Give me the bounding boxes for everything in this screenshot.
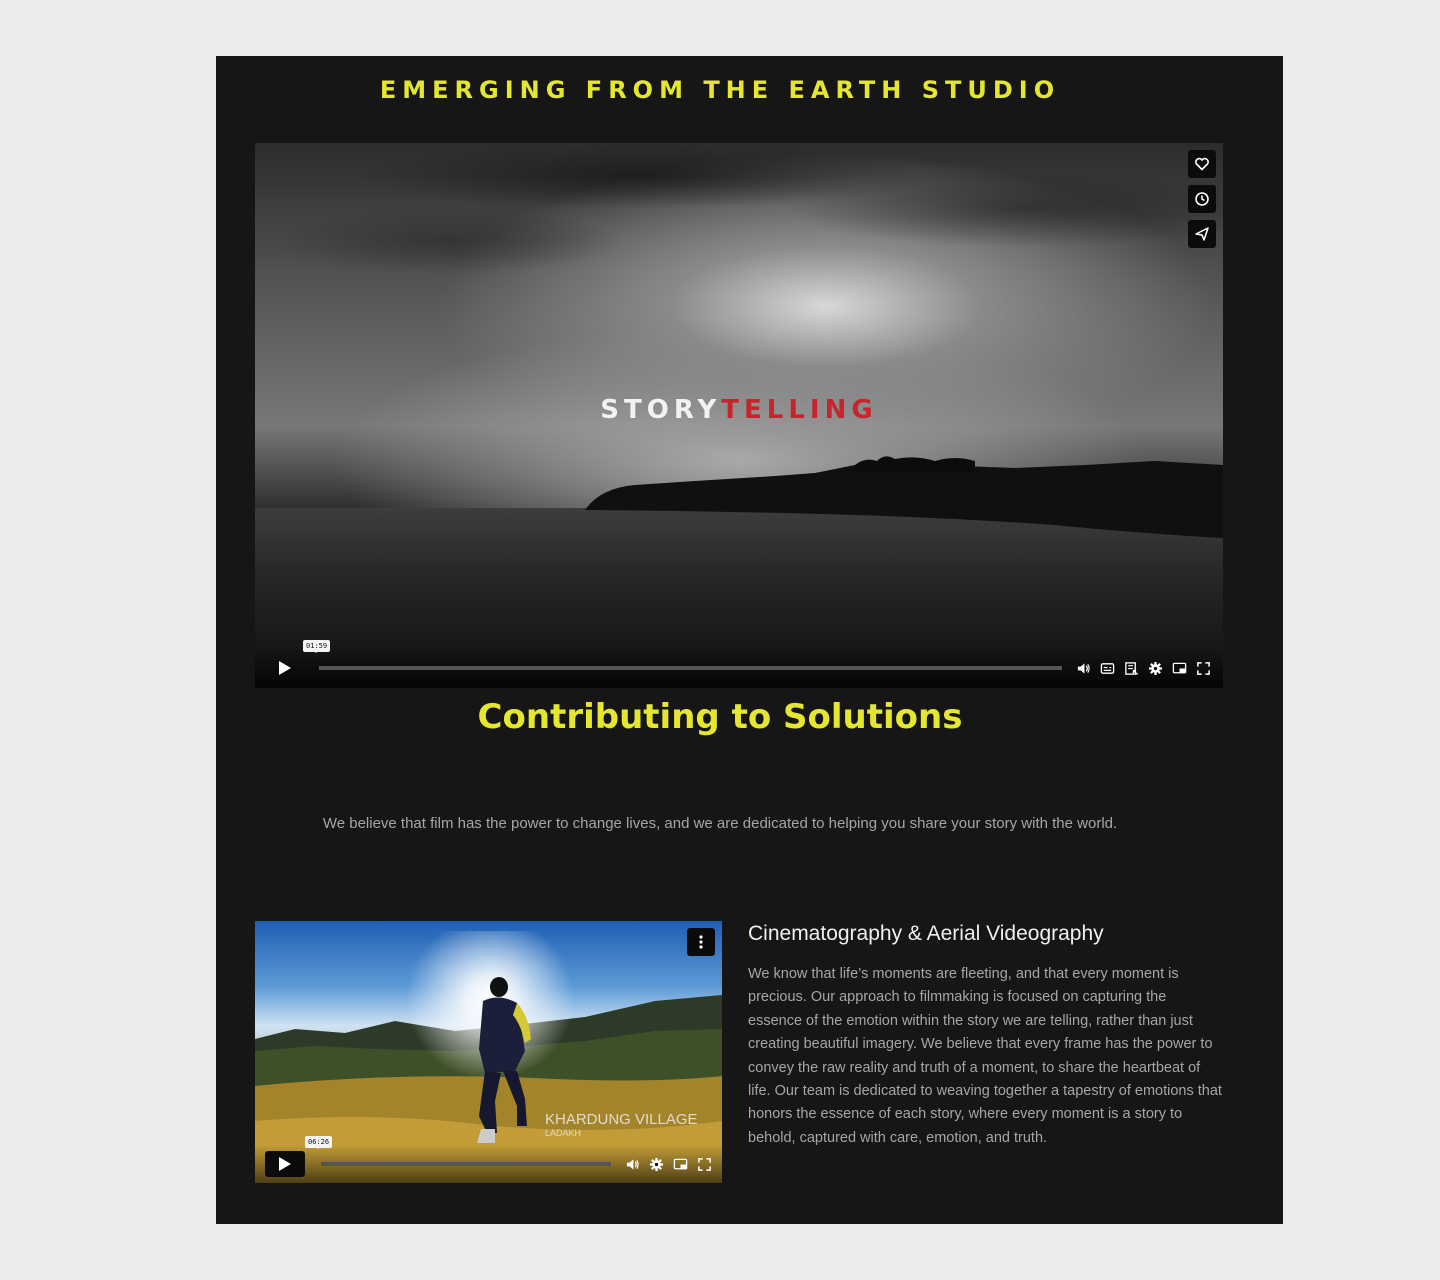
watch-later-button[interactable]: [1188, 185, 1216, 213]
page-headline: Contributing to Solutions: [477, 697, 963, 737]
feature-timestamp-bubble: 06:26: [305, 1136, 333, 1149]
feature-progress-bar[interactable]: 06:26: [305, 1136, 611, 1166]
overlay-text-white: STORY: [600, 395, 722, 425]
play-icon: [279, 1157, 291, 1171]
send-icon: [1195, 227, 1209, 241]
share-button[interactable]: [1188, 220, 1216, 248]
feature-pip-button[interactable]: [673, 1157, 688, 1172]
volume-icon: [1077, 662, 1090, 674]
overlay-text-red: TELLING: [721, 395, 878, 425]
chapters-icon: [1125, 661, 1139, 675]
feature-volume-button[interactable]: [625, 1157, 640, 1172]
more-vertical-icon: [699, 935, 703, 949]
chapters-button[interactable]: [1124, 661, 1139, 676]
page-tagline: We believe that film has the power to ch…: [322, 815, 1118, 832]
location-overlay: KHARDUNG VILLAGE LADAKH: [545, 1111, 698, 1139]
video-controls: 01:59: [255, 640, 1223, 688]
pip-button[interactable]: [1172, 661, 1187, 676]
like-button[interactable]: [1188, 150, 1216, 178]
fullscreen-icon: [698, 1157, 711, 1171]
video-side-actions: [1188, 150, 1216, 248]
more-options-button[interactable]: [687, 928, 715, 956]
feature-video-player[interactable]: KHARDUNG VILLAGE LADAKH 06:26: [255, 921, 722, 1183]
progress-bar[interactable]: 01:59: [303, 640, 1062, 670]
fullscreen-icon: [1197, 661, 1210, 675]
pip-icon: [673, 1158, 688, 1169]
play-button[interactable]: [267, 654, 303, 682]
captions-button[interactable]: [1100, 661, 1115, 676]
main-video-player[interactable]: STORYTELLING 01:59: [255, 143, 1223, 688]
timestamp-bubble: 01:59: [303, 640, 331, 653]
section-body: We know that life’s moments are fleeting…: [748, 966, 1222, 1146]
captions-icon: [1100, 662, 1115, 674]
pip-icon: [1172, 662, 1187, 673]
feature-video-controls: 06:26: [255, 1136, 722, 1183]
studio-title: EMERGING FROM THE EARTH STUDIO: [379, 76, 1061, 104]
fullscreen-button[interactable]: [1196, 661, 1211, 676]
feature-settings-button[interactable]: [649, 1157, 664, 1172]
feature-play-button[interactable]: [265, 1151, 305, 1177]
section-title: Cinematography & Aerial Videography: [748, 922, 1104, 945]
control-icons: [1076, 661, 1211, 676]
location-region: LADAKH: [545, 1128, 582, 1138]
settings-icon: [649, 1157, 664, 1171]
feature-fullscreen-button[interactable]: [697, 1157, 712, 1172]
settings-button[interactable]: [1148, 661, 1163, 676]
storytelling-overlay: STORYTELLING: [255, 395, 1223, 425]
play-icon: [279, 661, 291, 675]
volume-button[interactable]: [1076, 661, 1091, 676]
settings-icon: [1148, 661, 1163, 675]
feature-control-icons: [625, 1157, 712, 1172]
clock-icon: [1195, 192, 1209, 206]
volume-icon: [626, 1158, 639, 1170]
heart-icon: [1195, 157, 1209, 171]
location-name: KHARDUNG VILLAGE: [545, 1111, 698, 1128]
